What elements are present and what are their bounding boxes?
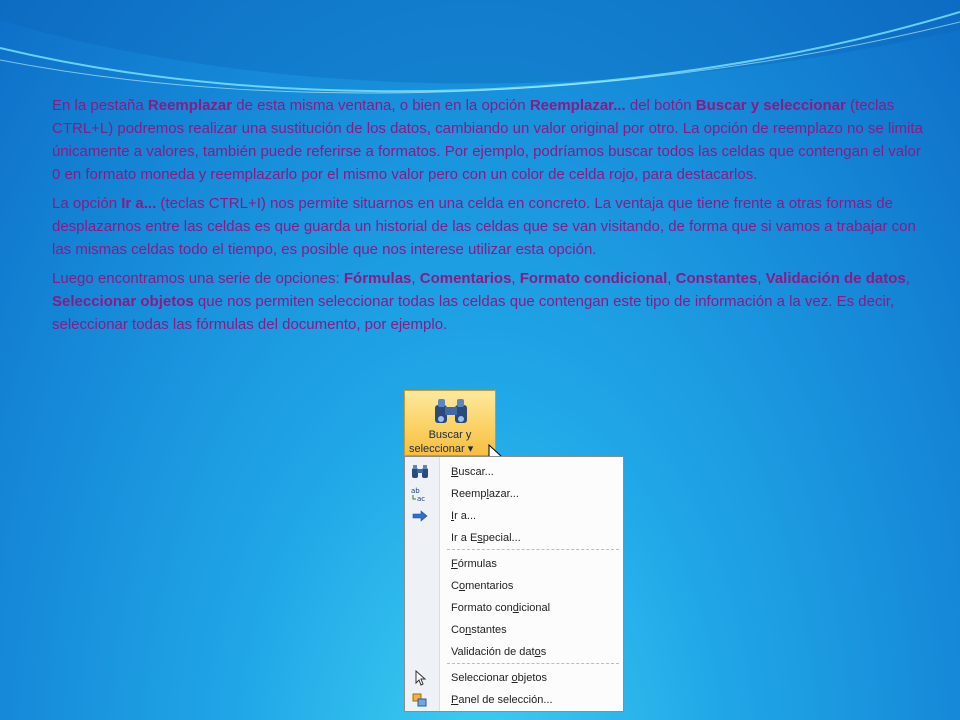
svg-text:ac: ac bbox=[417, 495, 425, 502]
menu-item-label: Comentarios bbox=[451, 580, 514, 592]
dropdown-arrow-icon: ▾ bbox=[467, 443, 474, 455]
menu-item-label: Ir a Especial... bbox=[451, 532, 521, 544]
menu-item-label: Validación de datos bbox=[451, 646, 547, 658]
menu-item-label: Reemplazar... bbox=[451, 488, 519, 500]
menu-item-label: Panel de selección... bbox=[451, 694, 553, 706]
menu-item-label: Seleccionar objetos bbox=[451, 672, 548, 684]
menu-item-panel-seleccion[interactable]: Panel de selección... bbox=[412, 689, 623, 711]
paragraph-3: Luego encontramos una serie de opciones:… bbox=[52, 270, 910, 333]
menu-item-validacion[interactable]: Validación de datos bbox=[439, 641, 623, 663]
menu-item-label: Fórmulas bbox=[451, 558, 497, 570]
buscar-seleccionar-button[interactable]: Buscar y seleccionar ▾ bbox=[404, 390, 496, 456]
selection-pane-icon bbox=[411, 692, 429, 708]
button-label-line1: Buscar y bbox=[428, 429, 472, 441]
paragraph-2: La opción Ir a... (teclas CTRL+I) nos pe… bbox=[52, 195, 916, 258]
menu-item-label: Ir a... bbox=[451, 510, 477, 522]
menu-item-label: Buscar... bbox=[451, 466, 494, 478]
binoculars-icon bbox=[435, 399, 467, 423]
paragraph-1: En la pestaña Reemplazar de esta misma v… bbox=[52, 97, 923, 183]
menu-item-formulas[interactable]: Fórmulas bbox=[439, 553, 623, 575]
replace-icon: ab ac bbox=[411, 486, 429, 503]
menu-separator bbox=[447, 549, 619, 550]
pointer-icon bbox=[411, 669, 429, 686]
menu-item-formato-condicional[interactable]: Formato condicional bbox=[439, 597, 623, 619]
menu-item-ir-a-especial[interactable]: Ir a Especial... bbox=[439, 527, 623, 549]
menu-item-buscar[interactable]: Buscar... bbox=[412, 461, 623, 483]
menu-item-reemplazar[interactable]: ab ac Reemplazar... bbox=[411, 483, 623, 505]
menu-item-label: Formato condicional bbox=[451, 602, 551, 614]
binoculars-icon bbox=[411, 464, 429, 480]
svg-text:ab: ab bbox=[411, 487, 420, 495]
menu-item-ir-a[interactable]: Ir a... bbox=[412, 505, 623, 527]
menu-item-label: Constantes bbox=[451, 624, 507, 636]
arrow-right-icon bbox=[411, 508, 429, 524]
button-label-line2: seleccionar ▾ bbox=[409, 443, 474, 455]
menu-item-constantes[interactable]: Constantes bbox=[439, 619, 623, 641]
dropdown-menu: Buscar... ab ac Reemplazar... Ir a... Ir a Es… bbox=[404, 456, 624, 712]
menu-separator bbox=[447, 663, 619, 664]
body-text: En la pestaña Reemplazar de esta misma v… bbox=[52, 94, 932, 342]
menu-item-comentarios[interactable]: Comentarios bbox=[439, 575, 623, 597]
menu-item-seleccionar-objetos[interactable]: Seleccionar objetos bbox=[415, 667, 623, 689]
